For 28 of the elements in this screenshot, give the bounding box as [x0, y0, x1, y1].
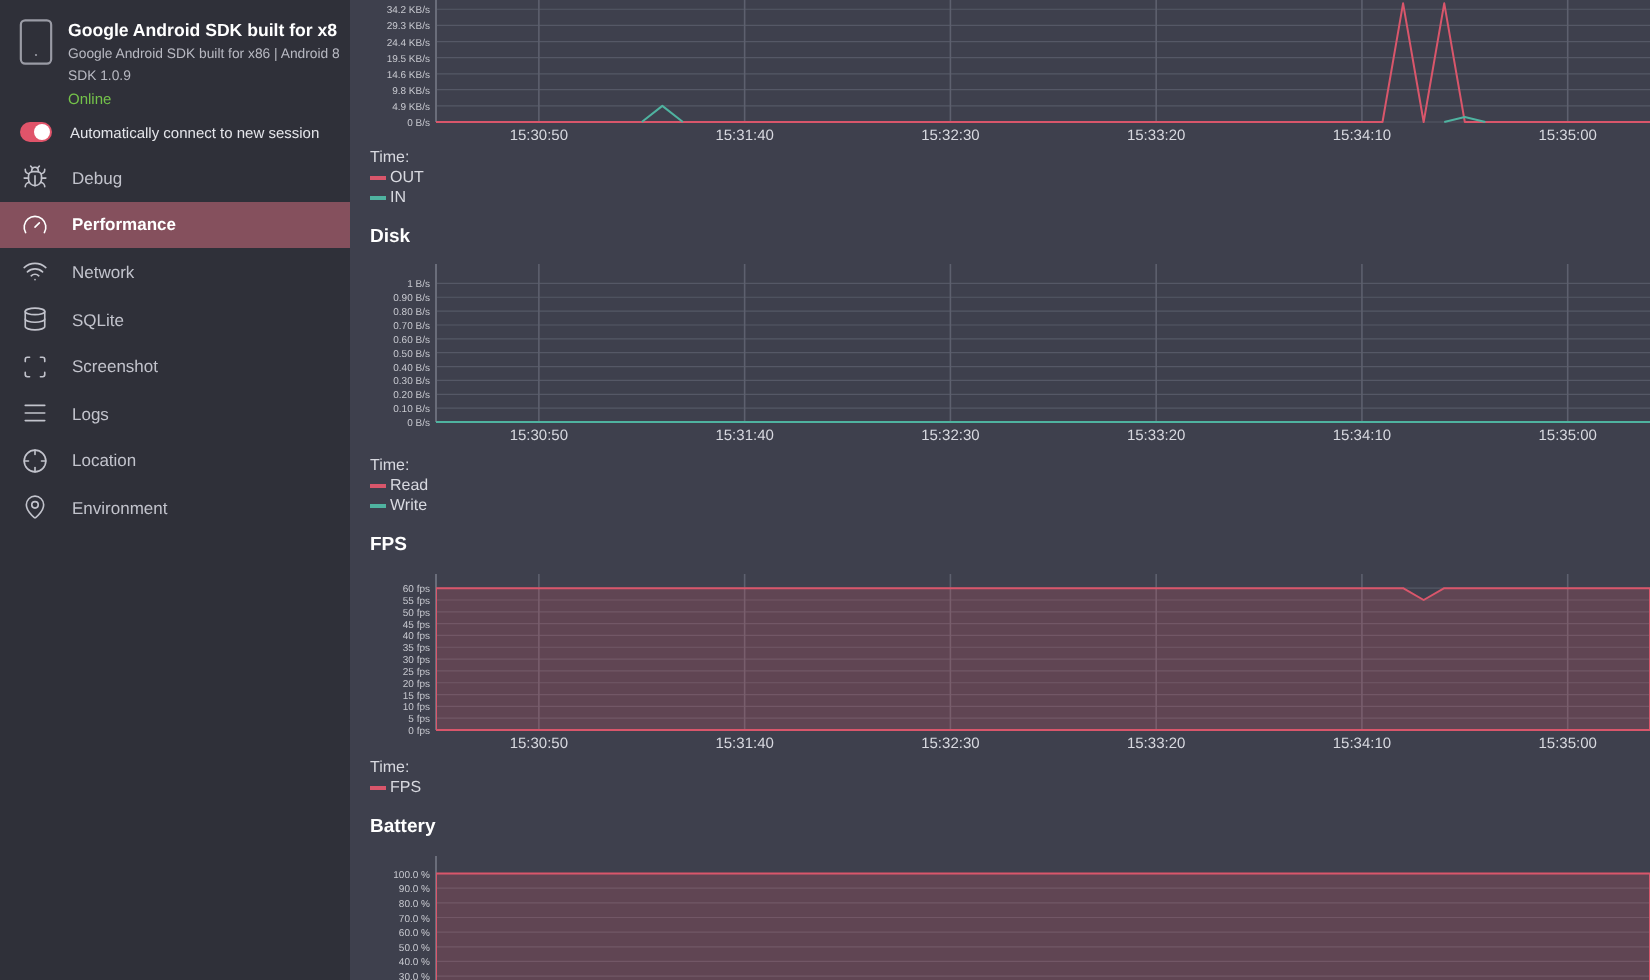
legend-item: Write: [370, 496, 428, 516]
legend-item: OUT: [370, 168, 424, 188]
legend-title: Time:: [370, 456, 410, 476]
nav-item[interactable]: Performance: [0, 201, 350, 249]
device-name: Google Android SDK built for x8: [68, 18, 340, 44]
section-title: Battery: [368, 816, 438, 840]
section-title: FPS: [368, 534, 409, 558]
nav-item[interactable]: Screenshot: [0, 342, 350, 390]
nav-item[interactable]: Environment: [0, 484, 350, 532]
section-title: Disk: [368, 226, 413, 250]
bug-icon: [22, 164, 48, 191]
legend-title: Time:: [370, 758, 410, 778]
legend-title: Time:: [370, 148, 410, 168]
nav-item[interactable]: SQLite: [0, 295, 350, 343]
auto-connect-toggle[interactable]: [20, 122, 52, 142]
legend-item: Read: [370, 476, 429, 496]
map-pin-icon: [22, 494, 48, 521]
nav-item[interactable]: Network: [0, 248, 350, 296]
crosshair-icon: [22, 447, 48, 474]
nav-item[interactable]: Location: [0, 437, 350, 485]
gauge-icon: [22, 211, 48, 238]
database-icon: [22, 306, 48, 333]
lines-icon: [22, 400, 48, 427]
legend-item: FPS: [370, 778, 422, 798]
nav-item[interactable]: Debug: [0, 154, 350, 202]
nav-item[interactable]: Logs: [0, 389, 350, 438]
scan-frame-icon: [22, 353, 48, 380]
legend-item: IN: [370, 188, 406, 208]
